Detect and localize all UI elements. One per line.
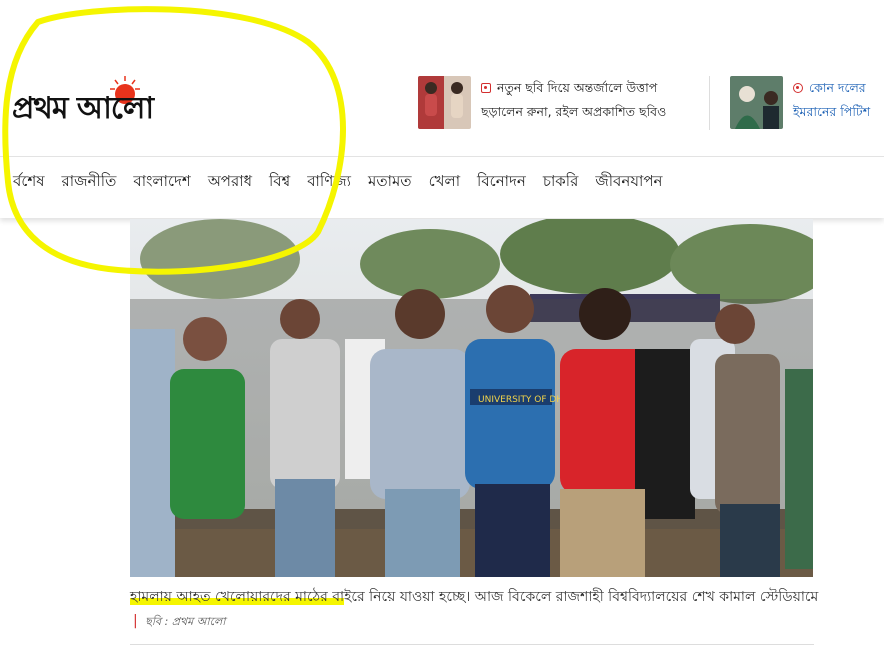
main-navigation: র্বশেষ রাজনীতি বাংলাদেশ অপরাধ বিশ্ব বাণি… (13, 170, 679, 195)
news-teaser-2[interactable]: কোন দলের ইমরানের পিটিশ (730, 76, 870, 130)
teaser-1-line1: নতুন ছবি দিয়ে অন্তর্জালে উত্তাপ (497, 80, 658, 95)
news-teaser-1[interactable]: নতুন ছবি দিয়ে অন্তর্জালে উত্তাপ ছড়ালেন… (418, 76, 666, 130)
photo-caption: হামলায় আহত খেলোয়ারদের মাঠের বাইরে নিয়… (130, 585, 820, 634)
caption-highlighted-text: হামলায় আহত খেলোয়ারদের মাঠের বা (130, 589, 345, 605)
nav-item-opinion[interactable]: মতামত (368, 170, 412, 195)
nav-item-politics[interactable]: রাজনীতি (62, 170, 117, 195)
nav-divider (0, 156, 884, 157)
nav-item-crime[interactable]: অপরাধ (208, 170, 252, 195)
caption-text: ইরে নিয়ে যাওয়া হচ্ছে। আজ বিকেলে রাজশাহ… (344, 589, 819, 605)
play-icon (793, 83, 803, 93)
nav-item-lifestyle[interactable]: জীবনযাপন (595, 170, 662, 195)
teaser-divider (709, 76, 710, 130)
prothom-alo-logo[interactable]: প্রথম আলো (12, 70, 237, 126)
nav-item-sports[interactable]: খেলা (429, 170, 460, 195)
nav-item-entertainment[interactable]: বিনোদন (477, 170, 526, 195)
news-photo: UNIVERSITY OF DHAKA (130, 219, 813, 577)
caption-separator: | (133, 613, 138, 629)
site-header: প্রথম আলো নতুন ছবি দিয়ে অন্তর্জালে উত্ত… (0, 0, 884, 218)
teaser-1-line2: ছড়ালেন রুনা, রইল অপ্রকাশিত ছবিও (481, 104, 667, 119)
teaser-2-line2: ইমরানের পিটিশ (793, 104, 871, 119)
teaser-2-thumbnail[interactable] (730, 76, 783, 129)
nav-item-latest[interactable]: র্বশেষ (13, 170, 45, 195)
nav-item-business[interactable]: বাণিজ্য (307, 170, 351, 195)
camera-icon (481, 83, 491, 93)
nav-item-jobs[interactable]: চাকরি (543, 170, 578, 195)
caption-divider (130, 644, 814, 645)
logo-text: প্রথম আলো (12, 91, 154, 126)
nav-item-world[interactable]: বিশ্ব (269, 170, 290, 195)
nav-item-bangladesh[interactable]: বাংলাদেশ (133, 170, 190, 195)
teaser-1-thumbnail[interactable] (418, 76, 471, 129)
photo-credit: ছবি : প্রথম আলো (145, 615, 226, 628)
teaser-2-line1: কোন দলের (809, 80, 866, 95)
